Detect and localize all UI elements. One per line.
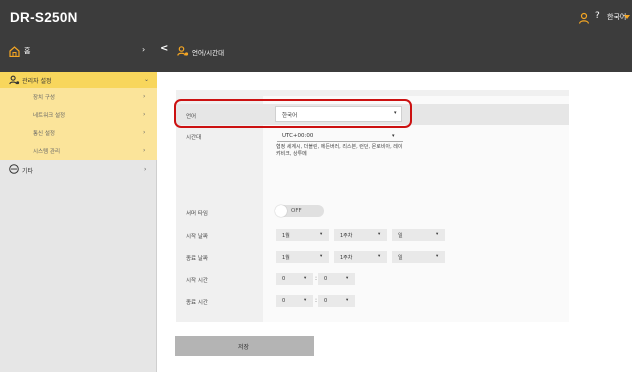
timezone-label: 시간대: [186, 135, 202, 141]
sidebar-item-label: 장치 구성: [33, 95, 55, 101]
end-hour-select[interactable]: 0 ▾: [276, 295, 313, 307]
sidebar-item-communication[interactable]: 통신 설정 ›: [0, 124, 157, 142]
end-time-label: 종료 시간: [186, 300, 208, 306]
end-week-select[interactable]: 1주차 ▾: [334, 251, 387, 263]
sidebar-item-device-config[interactable]: 장치 구성 ›: [0, 88, 157, 106]
select-value: 1주차: [340, 255, 353, 261]
toggle-label: OFF: [291, 208, 302, 214]
dropdown-arrow-icon: ▾: [436, 254, 439, 259]
help-icon[interactable]: ?: [595, 11, 600, 21]
dst-toggle[interactable]: OFF: [275, 205, 324, 217]
timezone-underline: [277, 141, 403, 142]
caret-down-icon[interactable]: [624, 15, 630, 19]
chevron-right-icon: ›: [143, 93, 146, 100]
end-minute-select[interactable]: 0 ▾: [318, 295, 355, 307]
start-date-label: 시작 날짜: [186, 234, 208, 240]
dropdown-arrow-icon: ▾: [304, 276, 307, 281]
nav-bar: [0, 38, 632, 66]
select-value: 1월: [282, 233, 290, 239]
title-bar: DR-S250N: [0, 0, 632, 36]
start-month-select[interactable]: 1월 ▾: [276, 229, 329, 241]
timezone-description: 협정 세계시, 더블린, 에든버러, 리스본, 런던, 몬로비아, 레이캬비크,…: [276, 144, 403, 157]
start-minute-select[interactable]: 0 ▾: [318, 273, 355, 285]
dst-label: 서머 타임: [186, 211, 208, 217]
timezone-select[interactable]: UTC+00:00: [282, 133, 313, 139]
admin-settings-icon: [177, 46, 189, 56]
breadcrumb-separator: ›: [142, 45, 146, 54]
sidebar-item-label: 네트워크 설정: [33, 113, 66, 119]
dropdown-arrow-icon: ▾: [320, 254, 323, 259]
highlight-box: [174, 99, 412, 128]
sidebar-item-label: 시스템 관리: [33, 149, 61, 155]
save-button-label: 저장: [238, 344, 250, 351]
page-title: 언어/시간대: [192, 49, 225, 57]
user-icon[interactable]: [578, 12, 590, 24]
select-value: 일: [398, 233, 403, 239]
sidebar-item-system[interactable]: 시스템 관리 ›: [0, 142, 157, 160]
select-value: 일: [398, 255, 403, 261]
home-icon[interactable]: [9, 46, 20, 57]
chevron-down-icon: ⌄: [144, 76, 150, 83]
dropdown-arrow-icon: ▾: [436, 232, 439, 237]
app-title: DR-S250N: [10, 10, 78, 25]
select-value: 1주차: [340, 233, 353, 239]
dropdown-arrow-icon[interactable]: ▾: [392, 133, 395, 139]
back-button[interactable]: <: [160, 43, 168, 54]
chevron-right-icon: ›: [143, 111, 146, 118]
end-day-select[interactable]: 일 ▾: [392, 251, 445, 263]
home-link[interactable]: 홈: [24, 46, 30, 56]
select-value: 0: [324, 298, 328, 304]
start-time-label: 시작 시간: [186, 278, 208, 284]
end-date-label: 종료 날짜: [186, 256, 208, 262]
time-separator: :: [315, 297, 318, 304]
select-value: 0: [282, 276, 286, 282]
dropdown-arrow-icon: ▾: [346, 276, 349, 281]
toggle-knob: [275, 205, 287, 217]
admin-settings-icon: [9, 75, 20, 85]
dropdown-arrow-icon: ▾: [320, 232, 323, 237]
dropdown-arrow-icon: ▾: [378, 232, 381, 237]
start-week-select[interactable]: 1주차 ▾: [334, 229, 387, 241]
more-icon: [9, 164, 19, 174]
sidebar-item-network[interactable]: 네트워크 설정 ›: [0, 106, 157, 124]
sidebar-item-other[interactable]: 기타: [22, 166, 33, 175]
dropdown-arrow-icon: ▾: [378, 254, 381, 259]
chevron-right-icon: ›: [143, 129, 146, 136]
sidebar-item-label: 관리자 설정: [22, 78, 52, 85]
save-button[interactable]: 저장: [175, 336, 314, 356]
chevron-right-icon: ›: [144, 166, 147, 173]
end-month-select[interactable]: 1월 ▾: [276, 251, 329, 263]
dropdown-arrow-icon: ▾: [304, 298, 307, 303]
start-hour-select[interactable]: 0 ▾: [276, 273, 313, 285]
select-value: 0: [324, 276, 328, 282]
dropdown-arrow-icon: ▾: [346, 298, 349, 303]
select-value: 1월: [282, 255, 290, 261]
chevron-right-icon: ›: [143, 147, 146, 154]
time-separator: :: [315, 275, 318, 282]
start-day-select[interactable]: 일 ▾: [392, 229, 445, 241]
sidebar-item-label: 통신 설정: [33, 131, 55, 137]
select-value: 0: [282, 298, 286, 304]
